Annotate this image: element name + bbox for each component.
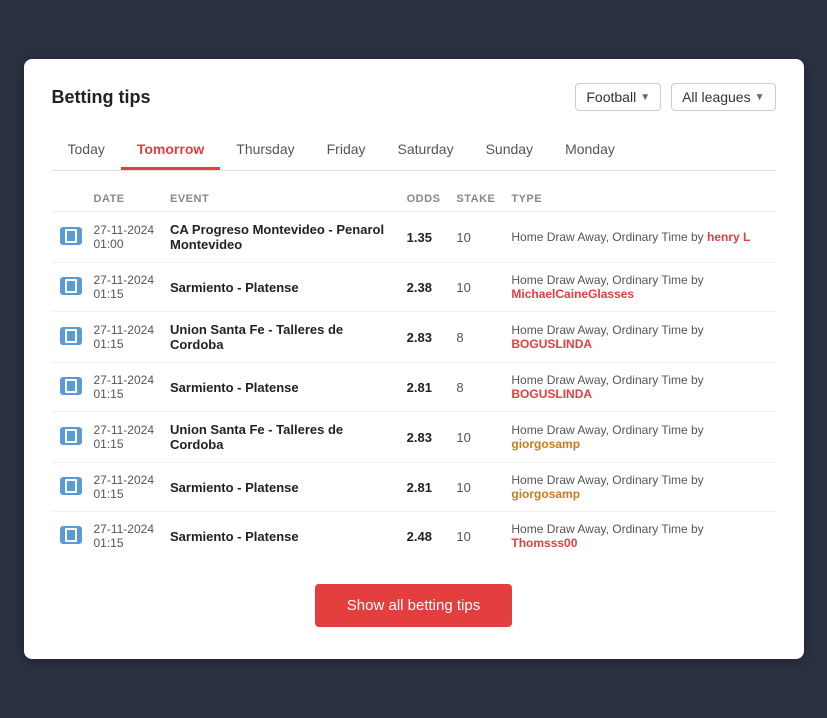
tab-monday[interactable]: Monday [549, 131, 631, 170]
type-prefix: Home Draw Away, Ordinary Time by [511, 273, 703, 287]
show-button-wrapper: Show all betting tips [52, 584, 776, 627]
row-event: Sarmiento - Platense [162, 463, 399, 512]
row-date: 27-11-202401:15 [86, 463, 163, 512]
row-event: Sarmiento - Platense [162, 263, 399, 312]
type-prefix: Home Draw Away, Ordinary Time by [511, 373, 703, 387]
user-link[interactable]: giorgosamp [511, 487, 580, 501]
row-type: Home Draw Away, Ordinary Time by BOGUSLI… [503, 363, 775, 412]
sport-filter-label: Football [586, 89, 636, 105]
tab-sunday[interactable]: Sunday [470, 131, 549, 170]
row-odds: 2.48 [399, 512, 449, 561]
row-odds: 2.81 [399, 463, 449, 512]
row-stake: 8 [448, 363, 503, 412]
row-date: 27-11-202401:00 [86, 212, 163, 263]
ticket-icon [60, 277, 82, 295]
user-link[interactable]: BOGUSLINDA [511, 337, 592, 351]
ticket-icon [60, 377, 82, 395]
row-date: 27-11-202401:15 [86, 312, 163, 363]
row-odds: 2.83 [399, 412, 449, 463]
ticket-icon [60, 526, 82, 544]
col-odds: ODDS [399, 187, 449, 212]
type-prefix: Home Draw Away, Ordinary Time by [511, 473, 703, 487]
row-stake: 10 [448, 463, 503, 512]
leagues-filter-label: All leagues [682, 89, 751, 105]
table-row: 27-11-202401:15 Sarmiento - Platense 2.4… [52, 512, 776, 561]
sport-filter-arrow-icon: ▼ [640, 92, 650, 103]
sport-filter-button[interactable]: Football ▼ [575, 83, 661, 111]
row-icon-cell [52, 263, 86, 312]
tab-friday[interactable]: Friday [311, 131, 382, 170]
table-row: 27-11-202401:15 Sarmiento - Platense 2.3… [52, 263, 776, 312]
user-link[interactable]: Thomsss00 [511, 536, 577, 550]
type-prefix: Home Draw Away, Ordinary Time by [511, 323, 703, 337]
tab-tomorrow[interactable]: Tomorrow [121, 131, 220, 170]
row-stake: 10 [448, 512, 503, 561]
type-prefix: Home Draw Away, Ordinary Time by [511, 423, 703, 437]
col-type: TYPE [503, 187, 775, 212]
row-type: Home Draw Away, Ordinary Time by giorgos… [503, 463, 775, 512]
row-stake: 10 [448, 212, 503, 263]
leagues-filter-arrow-icon: ▼ [755, 92, 765, 103]
row-event: Union Santa Fe - Talleres de Cordoba [162, 312, 399, 363]
row-type: Home Draw Away, Ordinary Time by giorgos… [503, 412, 775, 463]
tab-today[interactable]: Today [52, 131, 121, 170]
col-icon [52, 187, 86, 212]
filters: Football ▼ All leagues ▼ [575, 83, 775, 111]
card-title: Betting tips [52, 87, 151, 108]
row-odds: 2.38 [399, 263, 449, 312]
row-stake: 10 [448, 263, 503, 312]
table-row: 27-11-202401:15 Sarmiento - Platense 2.8… [52, 463, 776, 512]
tab-saturday[interactable]: Saturday [382, 131, 470, 170]
row-stake: 8 [448, 312, 503, 363]
row-icon-cell [52, 463, 86, 512]
type-prefix: Home Draw Away, Ordinary Time by [511, 230, 707, 244]
betting-tips-card: Betting tips Football ▼ All leagues ▼ To… [24, 59, 804, 659]
row-date: 27-11-202401:15 [86, 412, 163, 463]
show-all-tips-button[interactable]: Show all betting tips [315, 584, 512, 627]
row-date: 27-11-202401:15 [86, 363, 163, 412]
ticket-icon [60, 477, 82, 495]
tips-table: DATE EVENT ODDS STAKE TYPE 27-11-202401:… [52, 187, 776, 560]
leagues-filter-button[interactable]: All leagues ▼ [671, 83, 775, 111]
col-date: DATE [86, 187, 163, 212]
row-odds: 1.35 [399, 212, 449, 263]
row-stake: 10 [448, 412, 503, 463]
tabs-bar: Today Tomorrow Thursday Friday Saturday … [52, 131, 776, 171]
type-prefix: Home Draw Away, Ordinary Time by [511, 522, 703, 536]
table-row: 27-11-202401:00 CA Progreso Montevideo -… [52, 212, 776, 263]
row-type: Home Draw Away, Ordinary Time by BOGUSLI… [503, 312, 775, 363]
user-link[interactable]: BOGUSLINDA [511, 387, 592, 401]
row-type: Home Draw Away, Ordinary Time by Thomsss… [503, 512, 775, 561]
tab-thursday[interactable]: Thursday [220, 131, 310, 170]
row-odds: 2.83 [399, 312, 449, 363]
table-row: 27-11-202401:15 Sarmiento - Platense 2.8… [52, 363, 776, 412]
ticket-icon [60, 227, 82, 245]
user-link[interactable]: giorgosamp [511, 437, 580, 451]
row-date: 27-11-202401:15 [86, 512, 163, 561]
col-event: EVENT [162, 187, 399, 212]
row-type: Home Draw Away, Ordinary Time by Michael… [503, 263, 775, 312]
ticket-icon [60, 427, 82, 445]
table-row: 27-11-202401:15 Union Santa Fe - Tallere… [52, 312, 776, 363]
row-icon-cell [52, 512, 86, 561]
row-type: Home Draw Away, Ordinary Time by henry L [503, 212, 775, 263]
row-event: CA Progreso Montevideo - Penarol Montevi… [162, 212, 399, 263]
row-date: 27-11-202401:15 [86, 263, 163, 312]
row-icon-cell [52, 412, 86, 463]
row-event: Union Santa Fe - Talleres de Cordoba [162, 412, 399, 463]
user-link[interactable]: henry L [707, 230, 750, 244]
row-icon-cell [52, 312, 86, 363]
row-event: Sarmiento - Platense [162, 512, 399, 561]
user-link[interactable]: MichaelCaineGlasses [511, 287, 634, 301]
card-header: Betting tips Football ▼ All leagues ▼ [52, 83, 776, 111]
row-icon-cell [52, 363, 86, 412]
ticket-icon [60, 327, 82, 345]
table-row: 27-11-202401:15 Union Santa Fe - Tallere… [52, 412, 776, 463]
col-stake: STAKE [448, 187, 503, 212]
row-odds: 2.81 [399, 363, 449, 412]
row-icon-cell [52, 212, 86, 263]
row-event: Sarmiento - Platense [162, 363, 399, 412]
